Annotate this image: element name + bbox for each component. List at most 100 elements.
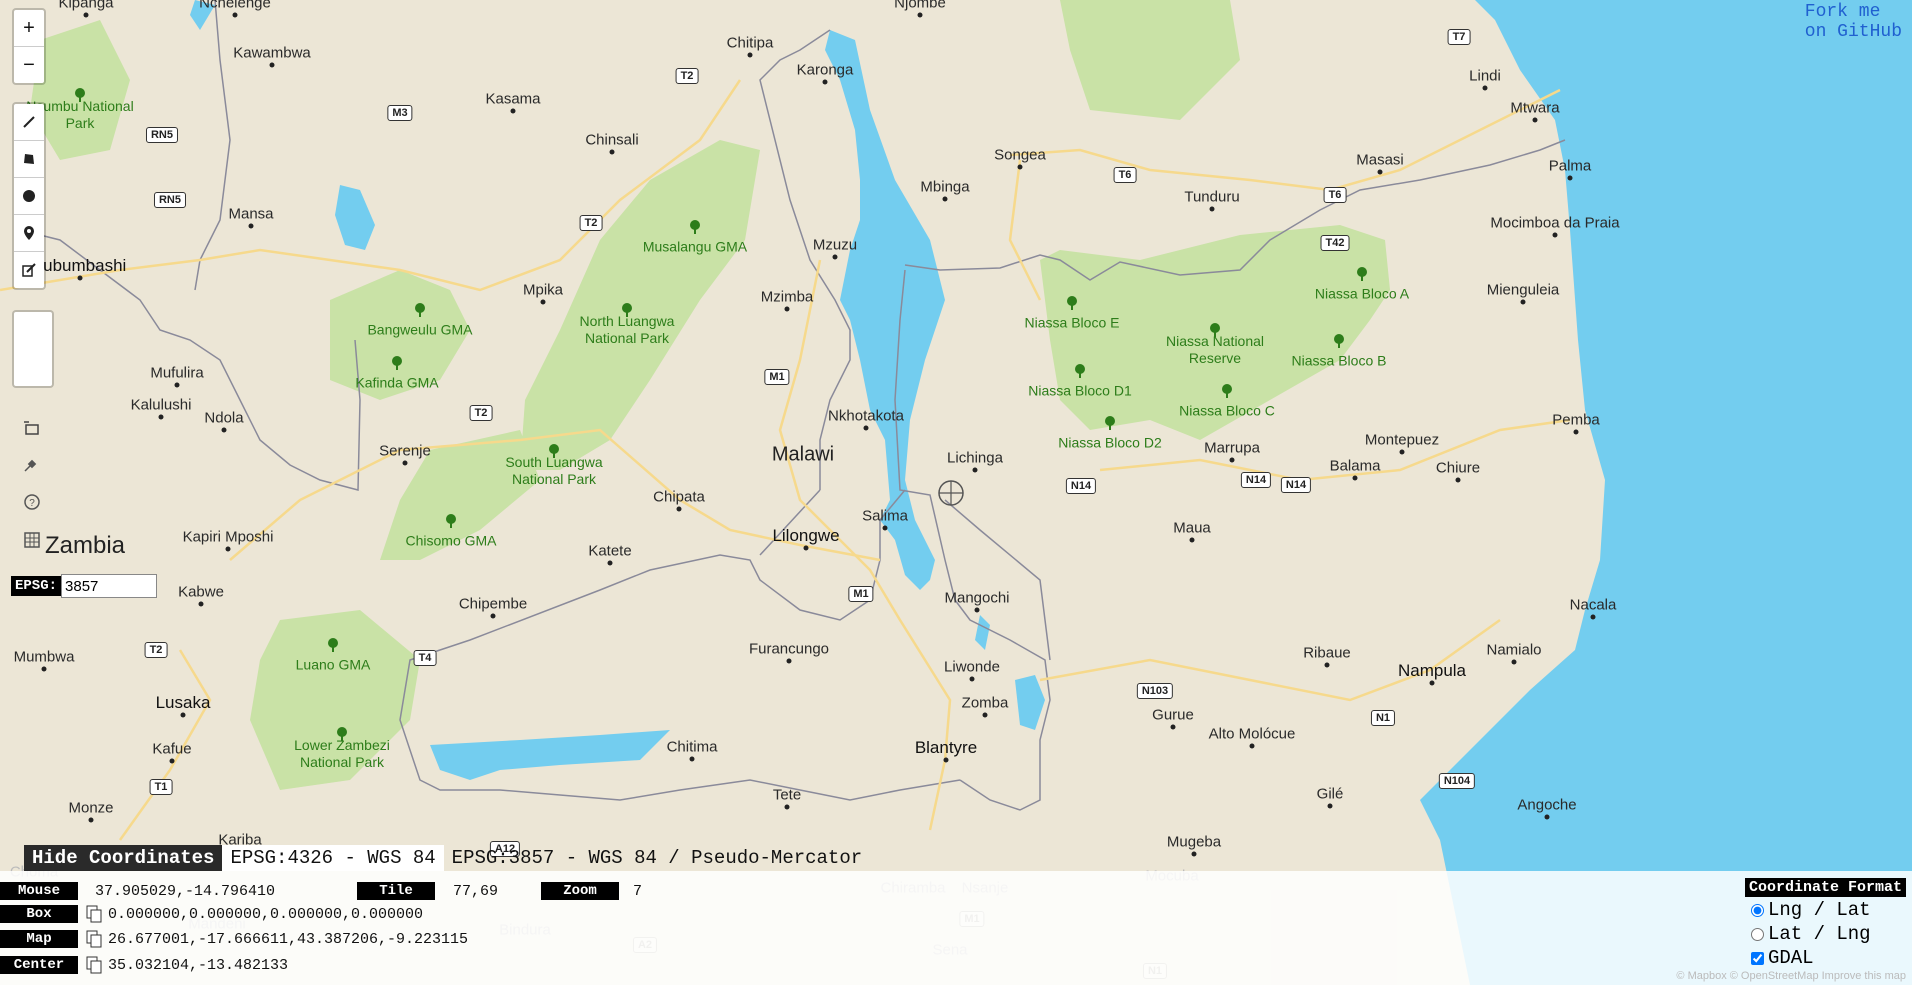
park-tree-icon [549,444,559,458]
park-label: Niassa Bloco B [1291,352,1387,369]
park-tree-icon [690,220,700,234]
road-shield: T2 [469,405,493,421]
city-label: Nkhotakota [828,407,904,425]
city-dot [1429,680,1435,686]
map-canvas[interactable]: Kipanga Nchelenge Chitipa Njombe Kawambwa Kas… [0,0,1912,985]
city-dot [174,382,180,388]
format-lat-lng-radio[interactable] [1750,927,1764,941]
draw-circle-icon[interactable] [14,178,44,215]
city-label: Liwonde [944,658,1000,676]
park-label: Niassa Bloco D2 [1058,434,1162,451]
epsg-input[interactable] [61,574,158,598]
city-label: Mumbwa [13,648,75,666]
format-gdal[interactable]: GDAL [1745,947,1906,969]
city-label: Maua [1173,519,1211,537]
satellite-icon[interactable] [14,446,50,482]
bounding-box-icon[interactable] [14,410,50,446]
city-dot [1482,85,1488,91]
park-label: Musalangu GMA [642,238,748,255]
city-label: Lindi [1469,67,1501,85]
road-shield: T42 [1320,235,1350,251]
box-value: 0.000000,0.000000,0.000000,0.000000 [108,905,424,923]
city-dot [803,545,809,551]
park-tree-icon [415,303,425,317]
city-dot [676,506,682,512]
road-shield: N14 [1280,477,1312,493]
copy-box-icon[interactable] [86,905,102,923]
city-label: Chinsali [585,131,639,149]
svg-text:?: ? [29,498,35,509]
city-dot [607,560,613,566]
road-shield: T2 [579,215,603,231]
city-dot [609,149,615,155]
road-shield: M3 [387,105,413,121]
city-dot [822,79,828,85]
city-label: Mocimboa da Praia [1490,214,1620,232]
box-key: Box [0,905,78,923]
zoom-in-button[interactable]: + [14,10,44,47]
city-dot [786,658,792,664]
draw-polyline-icon[interactable] [14,104,44,141]
park-label: Niassa Bloco D1 [1028,382,1132,399]
tile-value: 77,69 [453,882,499,900]
format-gdal-checkbox[interactable] [1750,951,1764,965]
country-label: Zambia [44,532,126,559]
city-dot [198,601,204,607]
city-dot [1532,117,1538,123]
city-dot [747,52,753,58]
help-icon[interactable]: ? [14,484,50,520]
park-label: Niassa National Reserve [1165,333,1265,366]
park-tree-icon [1357,267,1367,281]
city-label: Mzuzu [812,236,858,254]
coordinates-panel: Mouse 37.905029,-14.796410 Tile 77,69 Zo… [0,871,1912,985]
city-label: Tete [772,786,802,804]
city-dot [402,460,408,466]
format-lat-lng[interactable]: Lat / Lng [1745,923,1906,945]
copy-center-icon[interactable] [86,956,102,974]
draw-polygon-icon[interactable] [14,141,44,178]
park-tree-icon [1105,416,1115,430]
hide-coordinates-button[interactable]: Hide Coordinates [24,845,223,871]
city-label: Chipata [653,488,705,506]
format-lng-lat-label: Lng / Lat [1767,899,1871,921]
tab-epsg-3857[interactable]: EPSG:3857 - WGS 84 / Pseudo-Mercator [444,845,870,871]
city-label: Palma [1548,157,1592,175]
map-attribution[interactable]: © Mapbox © OpenStreetMap Improve this ma… [1676,970,1906,982]
road-shield: T6 [1323,187,1347,203]
zoom-out-button[interactable]: − [14,47,44,83]
copy-map-icon[interactable] [86,930,102,948]
city-label: Chiure [1435,459,1481,477]
city-dot [1352,475,1358,481]
edit-layers-icon[interactable] [14,252,44,288]
city-label: Gurue [1152,706,1194,724]
city-dot [232,12,238,18]
park-label: Niassa Bloco E [1024,314,1120,331]
city-dot [490,613,496,619]
road-shield: N14 [1240,472,1272,488]
city-label: Ndola [204,409,244,427]
format-lng-lat-radio[interactable] [1750,903,1764,917]
fork-me-on-github-link[interactable]: Fork me on GitHub [1805,2,1902,42]
city-label: Alto Molócue [1208,725,1296,743]
coordinate-format-control: Coordinate Format Lng / Lat Lat / Lng GD… [1744,878,1906,969]
city-label: Lichinga [947,449,1003,467]
format-lng-lat[interactable]: Lng / Lat [1745,899,1906,921]
map-key: Map [0,930,78,948]
park-label: Bangweulu GMA [367,321,473,338]
park-tree-icon [337,727,347,741]
city-label: Serenje [379,442,431,460]
city-label: Karonga [796,61,854,79]
city-dot [41,666,47,672]
city-label: Kalulushi [130,396,192,414]
city-label: Kipanga [58,0,114,12]
tab-epsg-4326[interactable]: EPSG:4326 - WGS 84 [222,845,444,871]
road-shield: RN5 [153,192,187,208]
city-label: Mangochi [944,589,1010,607]
draw-marker-icon[interactable] [14,215,44,252]
grid-icon[interactable] [14,522,50,558]
park-tree-icon [328,638,338,652]
city-label: Marrupa [1204,439,1260,457]
format-lat-lng-label: Lat / Lng [1767,923,1871,945]
park-label: Chisomo GMA [405,532,497,549]
park-tree-icon [1075,364,1085,378]
